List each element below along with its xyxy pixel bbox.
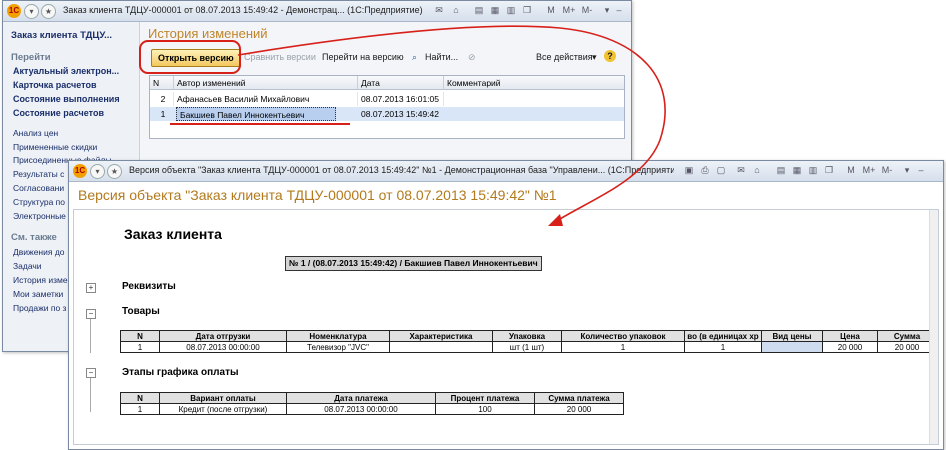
title-bar: 1C ▾ ★ Версия объекта "Заказ клиента ТДЦ… bbox=[69, 161, 943, 182]
goods-cell bbox=[389, 341, 493, 353]
versions-grid: N Автор изменений Дата Комментарий 2 Афа… bbox=[149, 75, 625, 139]
payments-cell: 08.07.2013 00:00:00 bbox=[286, 403, 436, 415]
goods-cell bbox=[761, 341, 823, 353]
help-button[interactable]: ? bbox=[604, 50, 616, 62]
payments-cell: 100 bbox=[435, 403, 535, 415]
column-header[interactable]: N bbox=[150, 76, 174, 90]
goods-cell: шт (1 шт) bbox=[492, 341, 562, 353]
options-icon[interactable]: ▾ bbox=[601, 4, 613, 16]
collapse-icon[interactable]: − bbox=[86, 368, 96, 378]
title-bar: 1C ▾ ★ Заказ клиента ТДЦУ-000001 от 08.0… bbox=[3, 1, 631, 22]
expand-icon[interactable]: + bbox=[86, 283, 96, 293]
calendar-icon[interactable]: ▥ bbox=[505, 4, 517, 16]
calculator-icon[interactable]: ▦ bbox=[489, 4, 501, 16]
table-cell[interactable]: 08.07.2013 15:49:42 bbox=[358, 107, 444, 121]
group-line bbox=[90, 378, 91, 412]
1c-logo-icon[interactable]: 1C bbox=[7, 4, 21, 18]
doc-heading: Заказ клиента bbox=[124, 226, 222, 242]
highlight-underline bbox=[170, 123, 350, 125]
table-cell[interactable] bbox=[444, 107, 624, 121]
compare-versions-button[interactable]: Сравнить версии bbox=[244, 52, 316, 62]
home-icon[interactable]: ⌂ bbox=[751, 164, 763, 176]
1c-logo-icon[interactable]: 1C bbox=[73, 164, 87, 178]
calculator-icon[interactable]: ▦ bbox=[791, 164, 803, 176]
table-cell[interactable]: 1 bbox=[150, 107, 174, 121]
goods-cell: 08.07.2013 00:00:00 bbox=[159, 341, 287, 353]
memory-m-icon[interactable]: M bbox=[845, 164, 857, 176]
star-icon[interactable]: ★ bbox=[107, 164, 122, 179]
copy-icon[interactable]: ❐ bbox=[521, 4, 533, 16]
section-goods: Товары bbox=[122, 306, 160, 317]
column-header[interactable]: Дата bbox=[358, 76, 444, 90]
object-title: Версия объекта "Заказ клиента ТДЦУ-00000… bbox=[78, 187, 557, 203]
memory-m-icon[interactable]: M bbox=[545, 4, 557, 16]
search-icon[interactable]: ⌕ bbox=[412, 52, 417, 63]
table-cell[interactable]: 08.07.2013 16:01:05 bbox=[358, 92, 444, 106]
sidebar-link-bold[interactable]: Актуальный электрон... bbox=[13, 66, 119, 76]
all-actions-button[interactable]: Все действия bbox=[536, 52, 593, 62]
minimize-icon[interactable]: – bbox=[613, 4, 625, 16]
vertical-scrollbar[interactable] bbox=[929, 210, 938, 444]
mail-icon[interactable]: ✉ bbox=[735, 164, 747, 176]
section-requisites: Реквизиты bbox=[122, 281, 176, 292]
payments-cell: 1 bbox=[120, 403, 160, 415]
menu-dropdown-icon[interactable]: ▾ bbox=[90, 164, 105, 179]
sidebar-link-bold[interactable]: Состояние расчетов bbox=[13, 108, 104, 118]
version-line: № 1 / (08.07.2013 15:49:42) / Бакшиев Па… bbox=[285, 256, 542, 271]
options-icon[interactable]: ▾ bbox=[901, 164, 913, 176]
goto-header: Перейти bbox=[11, 52, 51, 63]
column-header[interactable]: Автор изменений bbox=[174, 76, 358, 90]
preview-icon[interactable]: ▢ bbox=[715, 164, 727, 176]
doc-icon[interactable]: ▤ bbox=[775, 164, 787, 176]
group-line bbox=[90, 319, 91, 353]
table-cell[interactable]: Бакшиев Павел Иннокентьевич bbox=[176, 107, 336, 121]
goods-cell: 20 000 bbox=[822, 341, 878, 353]
payments-cell: 20 000 bbox=[534, 403, 624, 415]
sidebar-link[interactable]: Анализ цен bbox=[13, 128, 133, 138]
print-icon[interactable]: ⎙ bbox=[699, 164, 711, 176]
section-title: История изменений bbox=[148, 26, 268, 41]
group-gutter: + − − bbox=[74, 210, 104, 444]
copy-icon[interactable]: ❐ bbox=[823, 164, 835, 176]
memory-plus-icon[interactable]: M+ bbox=[561, 4, 577, 16]
highlight-oval bbox=[139, 40, 241, 74]
minimize-icon[interactable]: – bbox=[915, 164, 927, 176]
goods-cell: Телевизор "JVC" bbox=[286, 341, 390, 353]
see-also-header: См. также bbox=[11, 232, 57, 243]
memory-minus-icon[interactable]: M- bbox=[579, 4, 595, 16]
table-cell[interactable]: Афанасьев Василий Михайлович bbox=[174, 92, 358, 106]
object-version-window: 1C ▾ ★ Версия объекта "Заказ клиента ТДЦ… bbox=[68, 160, 944, 450]
collapse-icon[interactable]: − bbox=[86, 309, 96, 319]
goto-version-button[interactable]: Перейти на версию bbox=[322, 52, 404, 62]
goods-cell: 1 bbox=[120, 341, 160, 353]
window-title: Заказ клиента ТДЦУ-000001 от 08.07.2013 … bbox=[63, 5, 423, 15]
sidebar-link-bold[interactable]: Состояние выполнения bbox=[13, 94, 120, 104]
sidebar-doc-title[interactable]: Заказ клиента ТДЦУ... bbox=[11, 30, 112, 41]
goods-cell: 1 bbox=[561, 341, 685, 353]
table-cell[interactable] bbox=[444, 92, 624, 106]
memory-plus-icon[interactable]: M+ bbox=[861, 164, 877, 176]
calendar-icon[interactable]: ▥ bbox=[807, 164, 819, 176]
star-icon[interactable]: ★ bbox=[41, 4, 56, 19]
goods-cell: 20 000 bbox=[877, 341, 937, 353]
mail-icon[interactable]: ✉ bbox=[433, 4, 445, 16]
menu-dropdown-icon[interactable]: ▾ bbox=[24, 4, 39, 19]
find-button[interactable]: Найти... bbox=[425, 52, 458, 62]
section-payments: Этапы графика оплаты bbox=[122, 367, 239, 378]
payments-cell: Кредит (после отгрузки) bbox=[159, 403, 287, 415]
sidebar-link[interactable]: Примененные скидки bbox=[13, 142, 133, 152]
spreadsheet-document[interactable]: + − − Заказ клиента № 1 / (08.07.2013 15… bbox=[73, 209, 939, 445]
table-cell[interactable]: 2 bbox=[150, 92, 174, 106]
cancel-search-icon[interactable]: ⊘ bbox=[468, 52, 476, 63]
home-icon[interactable]: ⌂ bbox=[450, 4, 462, 16]
column-header[interactable]: Комментарий bbox=[444, 76, 624, 90]
window-title: Версия объекта "Заказ клиента ТДЦУ-00000… bbox=[129, 165, 674, 175]
memory-minus-icon[interactable]: M- bbox=[879, 164, 895, 176]
goods-cell: 1 bbox=[684, 341, 762, 353]
save-icon[interactable]: ▣ bbox=[683, 164, 695, 176]
chevron-down-icon[interactable]: ▾ bbox=[592, 52, 597, 63]
doc-icon[interactable]: ▤ bbox=[473, 4, 485, 16]
sidebar-link-bold[interactable]: Карточка расчетов bbox=[13, 80, 97, 90]
